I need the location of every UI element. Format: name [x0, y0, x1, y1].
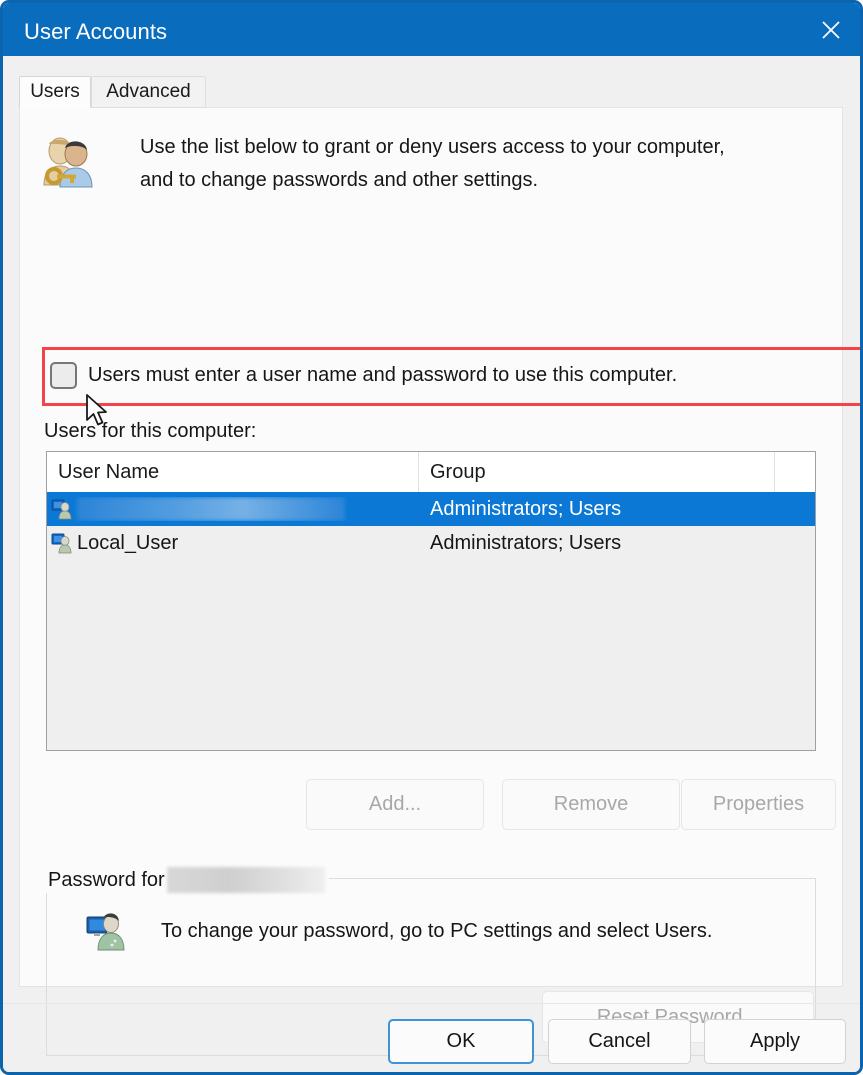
user-accounts-window: User Accounts Users Advanced Use the lis…	[0, 0, 863, 1075]
row-user-name-text: Local_User	[77, 531, 179, 554]
close-icon	[822, 20, 840, 39]
users-list[interactable]: User Name Group Administrators; Users Lo…	[46, 451, 816, 751]
user-monitor-icon	[86, 913, 125, 951]
column-header-group[interactable]: Group	[419, 452, 775, 492]
password-groupbox-title: Password for	[44, 867, 329, 893]
tab-advanced-label: Advanced	[106, 81, 191, 102]
add-button[interactable]: Add...	[306, 779, 484, 830]
require-logon-label: Users must enter a user name and passwor…	[88, 363, 678, 386]
ok-button[interactable]: OK	[388, 1019, 534, 1064]
row-group-cell: Administrators; Users	[430, 497, 622, 520]
users-with-key-icon	[43, 137, 93, 188]
list-header-row: User Name Group	[47, 452, 815, 492]
table-row[interactable]: Local_User Administrators; Users	[47, 526, 815, 560]
column-header-user-name[interactable]: User Name	[47, 452, 419, 492]
cancel-button[interactable]: Cancel	[548, 1019, 691, 1064]
tab-users-label: Users	[30, 81, 80, 102]
password-info-text: To change your password, go to PC settin…	[161, 919, 713, 942]
title-bar: User Accounts	[3, 3, 860, 56]
window-title: User Accounts	[24, 19, 168, 44]
row-user-name-cell	[47, 497, 419, 521]
apply-button[interactable]: Apply	[704, 1019, 846, 1064]
header-line-1: Use the list below to grant or deny user…	[140, 136, 725, 158]
password-info-row: To change your password, go to PC settin…	[85, 910, 712, 952]
list-body: Administrators; Users Local_User Adminis…	[47, 492, 815, 750]
row-user-name-cell: Local_User	[47, 532, 419, 555]
row-group-cell: Administrators; Users	[430, 531, 622, 554]
client-area: Users Advanced Use the list below to gra…	[3, 56, 860, 1072]
header-line-2: and to change passwords and other settin…	[140, 169, 539, 191]
close-button[interactable]	[802, 3, 860, 56]
tab-strip: Users Advanced	[19, 76, 843, 108]
footer-separator	[3, 1003, 860, 1004]
table-row[interactable]: Administrators; Users	[47, 492, 815, 526]
header-description: Use the list below to grant or deny user…	[140, 131, 826, 197]
properties-button[interactable]: Properties	[681, 779, 836, 830]
header-block: Use the list below to grant or deny user…	[38, 131, 828, 205]
tab-advanced[interactable]: Advanced	[91, 76, 206, 108]
tab-users[interactable]: Users	[19, 76, 91, 108]
require-logon-checkbox[interactable]	[50, 361, 77, 389]
list-label: Users for this computer:	[44, 420, 257, 442]
remove-button[interactable]: Remove	[502, 779, 680, 830]
user-account-icon	[51, 533, 72, 554]
user-account-icon	[51, 499, 72, 520]
redacted-account-name	[166, 867, 325, 893]
column-header-stub	[775, 452, 815, 492]
redacted-user-name	[77, 497, 345, 521]
tab-page-users: Use the list below to grant or deny user…	[19, 107, 860, 1056]
require-logon-row[interactable]: Users must enter a user name and passwor…	[50, 353, 677, 397]
password-groupbox-title-text: Password for	[48, 868, 165, 891]
